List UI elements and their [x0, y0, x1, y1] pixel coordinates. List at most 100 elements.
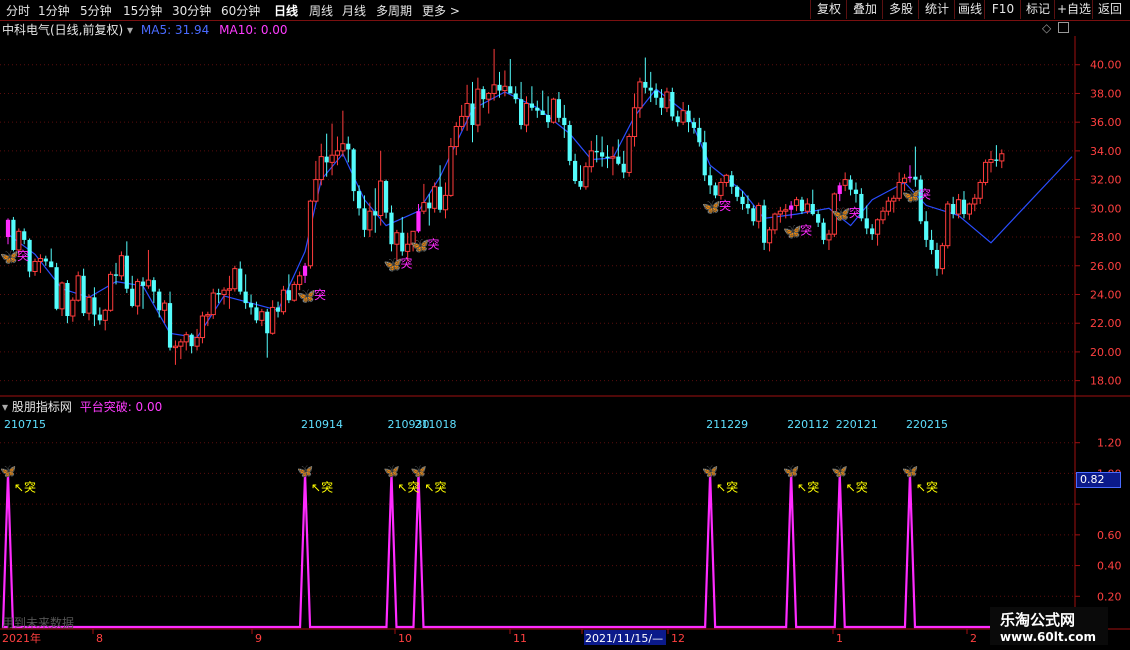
x-tick-label: 11	[513, 632, 527, 645]
candle-body	[324, 156, 329, 163]
candle-body	[631, 107, 638, 138]
candle-body	[394, 232, 400, 245]
candle-body	[675, 116, 680, 123]
candle-body	[400, 232, 405, 252]
candle-body	[135, 281, 141, 307]
candle-body	[799, 199, 805, 212]
candle-body	[637, 81, 643, 109]
candle-body	[405, 243, 411, 252]
candle-body	[416, 211, 421, 232]
candle-body	[562, 117, 567, 126]
main-tick-label: 40.00	[1090, 59, 1122, 72]
candle-body	[486, 92, 492, 100]
candle-body	[874, 219, 881, 235]
candle-body	[680, 110, 686, 123]
candle-body	[178, 341, 184, 347]
candle-body	[837, 185, 842, 194]
candle-body	[259, 311, 265, 321]
signal-label: 突	[849, 205, 861, 220]
x-tick-label: 2021/11/15/—	[585, 632, 663, 645]
watermark-title: 乐淘公式网	[1000, 611, 1076, 629]
candle-body	[740, 196, 745, 205]
candle-body	[238, 268, 243, 292]
candle-body	[659, 97, 664, 108]
butterfly-icon: 🦋	[383, 464, 399, 479]
candle-body	[573, 160, 578, 182]
candle-body	[913, 176, 918, 180]
candle-body	[691, 122, 697, 128]
candle-body	[248, 303, 254, 308]
candle-body	[982, 161, 989, 183]
butterfly-icon: 🦋	[297, 464, 313, 479]
spike-date-label: 211229	[706, 418, 748, 431]
candle-body	[783, 209, 789, 212]
candle-body	[475, 88, 481, 126]
candle-body	[124, 255, 129, 289]
spike-signal-label: ↖突	[797, 479, 819, 494]
candle-body	[870, 228, 875, 235]
candle-body	[605, 156, 610, 159]
candle-body	[232, 268, 238, 290]
spike-date-label: 220112	[787, 418, 829, 431]
candle-body	[334, 150, 341, 156]
candle-body	[54, 267, 59, 309]
candle-body	[265, 311, 270, 334]
candle-body	[286, 290, 291, 301]
signal-label: 突	[800, 222, 812, 237]
butterfly-icon: 🦋	[783, 464, 799, 479]
candle-body	[616, 156, 621, 164]
candle-body	[713, 185, 718, 196]
candle-body	[745, 204, 751, 209]
candle-body	[583, 166, 589, 188]
candle-body	[378, 180, 384, 216]
candle-body	[118, 255, 125, 277]
candle-body	[362, 208, 367, 230]
candle-body	[999, 153, 1005, 162]
candle-body	[130, 288, 135, 306]
butterfly-icon: 🦋	[0, 464, 16, 479]
candle-body	[977, 181, 983, 199]
candle-body	[901, 177, 908, 183]
candle-body	[540, 110, 545, 115]
candle-body	[497, 84, 502, 91]
candle-body	[994, 159, 999, 161]
candle-body	[151, 280, 156, 292]
candle-body	[65, 282, 70, 317]
candle-body	[751, 208, 756, 222]
indicator-tick-label: 0.20	[1097, 590, 1122, 603]
candle-body	[86, 296, 92, 314]
candle-body	[75, 275, 81, 301]
candle-body	[389, 212, 394, 245]
candle-body	[59, 282, 65, 310]
candle-body	[924, 221, 929, 240]
candle-body	[702, 142, 707, 176]
spike-signal-label: ↖突	[397, 479, 419, 494]
spike-date-label: 220215	[906, 418, 948, 431]
candle-body	[793, 199, 800, 206]
main-tick-label: 28.00	[1090, 231, 1122, 244]
candle-body	[318, 156, 324, 181]
candle-body	[32, 260, 38, 273]
butterfly-icon: 🦋	[902, 464, 918, 479]
candle-body	[37, 258, 44, 262]
x-tick-label: 2	[970, 632, 977, 645]
candle-body	[891, 197, 897, 202]
candle-body	[70, 299, 76, 317]
signal-label: 突	[314, 287, 326, 302]
candle-body	[508, 86, 513, 94]
candle-body	[772, 213, 778, 231]
candle-body	[961, 199, 967, 215]
spike-date-label: 210914	[301, 418, 343, 431]
candle-body	[11, 219, 16, 250]
candle-body	[654, 90, 659, 98]
candle-body	[97, 314, 102, 321]
candle-body	[356, 191, 362, 209]
candle-body	[43, 258, 48, 262]
candle-body	[939, 245, 945, 270]
x-tick-label: 1	[836, 632, 843, 645]
candle-body	[864, 218, 869, 229]
candle-body	[145, 279, 152, 287]
candle-body	[929, 239, 934, 250]
candle-body	[766, 229, 773, 244]
candle-body	[459, 115, 465, 127]
